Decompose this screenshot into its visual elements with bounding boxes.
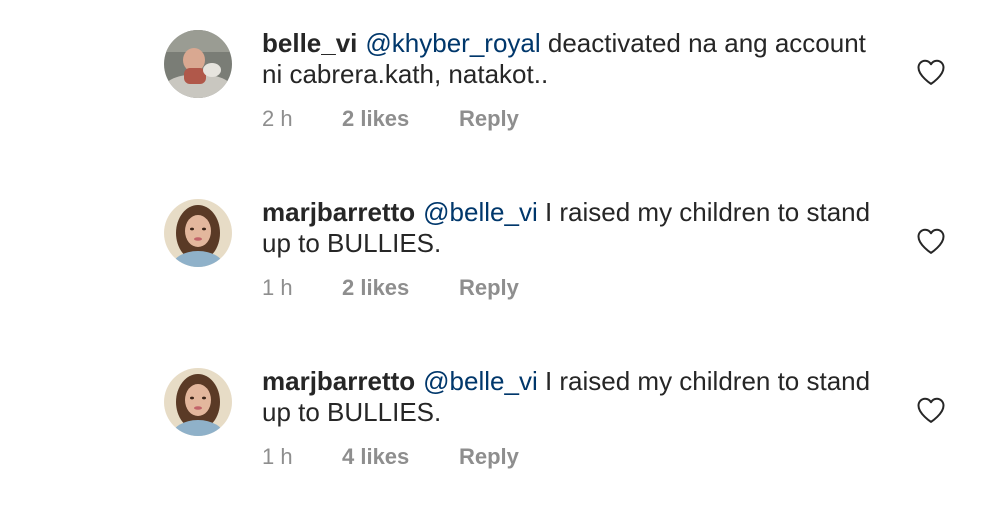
comment-username[interactable]: belle_vi xyxy=(262,28,357,58)
comment-likes[interactable]: 2 likes xyxy=(342,106,459,132)
comment-time: 1 h xyxy=(262,275,293,300)
comment-item: belle_vi @khyber_royal deactivated na ang… xyxy=(0,0,1000,168)
comment-item: marjbarretto @belle_vi I raised my childr… xyxy=(0,169,1000,337)
comment-username[interactable]: marjbarretto xyxy=(262,366,415,396)
comment-time: 1 h xyxy=(262,444,293,469)
reply-button[interactable]: Reply xyxy=(459,444,519,470)
reply-button[interactable]: Reply xyxy=(459,106,519,132)
comment-meta: 1 h 2 likes Reply xyxy=(262,275,519,301)
comment-mention[interactable]: @khyber_royal xyxy=(365,28,540,58)
heart-outline-icon[interactable] xyxy=(916,396,946,424)
avatar[interactable] xyxy=(164,30,232,98)
comment-mention[interactable]: @belle_vi xyxy=(423,197,538,227)
comment-likes[interactable]: 4 likes xyxy=(342,444,459,470)
comment-text: marjbarretto @belle_vi I raised my childr… xyxy=(262,197,882,259)
comment-time: 2 h xyxy=(262,106,293,131)
comment-meta: 1 h 4 likes Reply xyxy=(262,444,519,470)
comment-item: marjbarretto @belle_vi I raised my childr… xyxy=(0,338,1000,506)
comment-username[interactable]: marjbarretto xyxy=(262,197,415,227)
comment-text: marjbarretto @belle_vi I raised my childr… xyxy=(262,366,882,428)
heart-outline-icon[interactable] xyxy=(916,58,946,86)
avatar[interactable] xyxy=(164,199,232,267)
comment-likes[interactable]: 2 likes xyxy=(342,275,459,301)
comment-meta: 2 h 2 likes Reply xyxy=(262,106,519,132)
comment-text: belle_vi @khyber_royal deactivated na ang… xyxy=(262,28,882,90)
avatar[interactable] xyxy=(164,368,232,436)
reply-button[interactable]: Reply xyxy=(459,275,519,301)
heart-outline-icon[interactable] xyxy=(916,227,946,255)
comment-mention[interactable]: @belle_vi xyxy=(423,366,538,396)
